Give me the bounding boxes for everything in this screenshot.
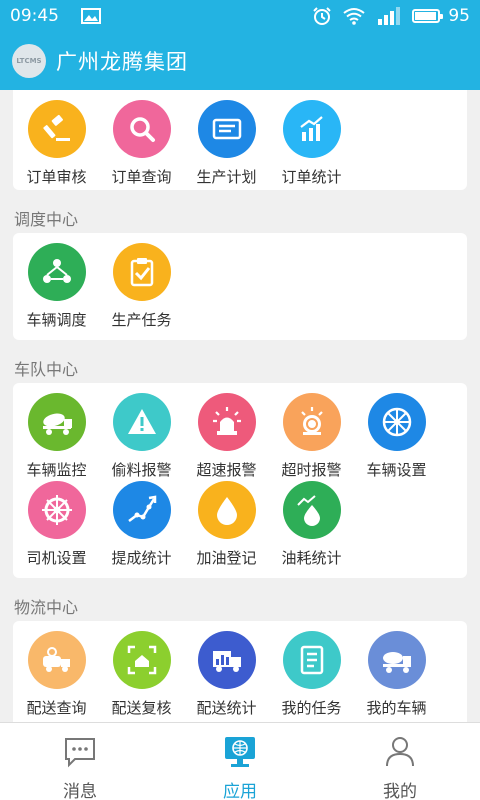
app-item-label: 加油登记 <box>196 549 257 567</box>
bar-chart-icon <box>282 100 341 158</box>
signal-icon <box>376 7 402 25</box>
app-grid[interactable]: 订单审核 订单查询 生产计划 订单统计调度中心车辆调度 生产任务车队中心车辆监控 偷料报警… <box>0 90 480 722</box>
plan-card-icon <box>197 100 256 158</box>
wifi-icon <box>342 7 366 25</box>
tab-person[interactable]: 我的 <box>320 723 480 800</box>
app-item[interactable]: 油耗统计 <box>269 481 354 568</box>
steering-wheel-icon <box>27 481 86 539</box>
section-title: 物流中心 <box>14 598 79 617</box>
section-card: 配送查询 配送复核 配送统计 我的任务 我的车辆 <box>13 621 467 722</box>
app-item-label: 订单查询 <box>111 168 172 186</box>
trend-line-icon <box>112 481 171 539</box>
status-bar: 09:45 95 <box>0 0 480 32</box>
wheel-icon <box>367 393 426 451</box>
page-title: 广州龙腾集团 <box>56 50 188 74</box>
app-item[interactable]: 车辆监控 <box>14 393 99 480</box>
battery-level: 95 <box>448 6 470 26</box>
app-item-label: 订单统计 <box>281 168 342 186</box>
app-item[interactable]: 超时报警 <box>269 393 354 480</box>
app-item[interactable]: 司机设置 <box>14 481 99 568</box>
app-item-label: 生产任务 <box>111 311 172 329</box>
person-icon <box>382 733 418 773</box>
app-item[interactable]: 配送复核 <box>99 631 184 718</box>
app-item[interactable]: 配送查询 <box>14 631 99 718</box>
app-item-label: 偷料报警 <box>111 461 172 479</box>
app-item-label: 配送复核 <box>111 699 172 717</box>
siren-icon <box>197 393 256 451</box>
app-item[interactable]: 生产任务 <box>99 243 184 330</box>
app-item-label: 提成统计 <box>111 549 172 567</box>
bottom-tab-bar: 消息 应用 我的 <box>0 722 480 800</box>
search-icon <box>112 100 171 158</box>
app-item[interactable]: 我的车辆 <box>354 631 439 718</box>
message-icon <box>62 733 98 773</box>
app-item[interactable]: 车辆设置 <box>354 393 439 480</box>
app-item-label: 生产计划 <box>196 168 257 186</box>
drop-icon <box>197 481 256 539</box>
tab-app-monitor[interactable]: 应用 <box>160 723 320 800</box>
section-card: 车辆监控 偷料报警 超速报警 超时报警 车辆设置司机设置 提成统计 加油登记 油耗统计 <box>13 383 467 578</box>
app-item[interactable]: 偷料报警 <box>99 393 184 480</box>
tab-label: 我的 <box>383 782 417 800</box>
clipboard-check-icon <box>112 243 171 301</box>
section-title: 车队中心 <box>14 360 79 379</box>
app-monitor-icon <box>222 733 258 773</box>
app-item[interactable]: 订单审核 <box>14 100 99 187</box>
section-card: 订单审核 订单查询 生产计划 订单统计 <box>13 90 467 190</box>
task-list-icon <box>282 631 341 689</box>
app-item-label: 配送查询 <box>26 699 87 717</box>
warning-icon <box>112 393 171 451</box>
app-item[interactable]: 订单统计 <box>269 100 354 187</box>
siren-timer-icon <box>282 393 341 451</box>
company-logo: LTCMS <box>12 44 46 78</box>
section-card: 车辆调度 生产任务 <box>13 233 467 340</box>
tab-label: 消息 <box>63 782 97 800</box>
drop-trend-icon <box>282 481 341 539</box>
app-item-label: 车辆调度 <box>26 311 87 329</box>
app-item[interactable]: 加油登记 <box>184 481 269 568</box>
mixer-truck-icon <box>27 393 86 451</box>
section-title: 调度中心 <box>14 210 79 229</box>
app-item[interactable]: 订单查询 <box>99 100 184 187</box>
app-item-label: 订单审核 <box>26 168 87 186</box>
app-item[interactable]: 配送统计 <box>184 631 269 718</box>
battery-icon <box>412 9 444 23</box>
app-item-label: 超速报警 <box>196 461 257 479</box>
app-item[interactable]: 提成统计 <box>99 481 184 568</box>
app-item-label: 我的任务 <box>281 699 342 717</box>
tab-message[interactable]: 消息 <box>0 723 160 800</box>
alarm-icon <box>312 6 332 26</box>
app-item[interactable]: 车辆调度 <box>14 243 99 330</box>
image-icon <box>81 8 101 24</box>
app-item[interactable]: 超速报警 <box>184 393 269 480</box>
app-item-label: 车辆监控 <box>26 461 87 479</box>
app-header: LTCMS 广州龙腾集团 <box>0 32 480 90</box>
truck-search-icon <box>27 631 86 689</box>
network-icon <box>27 243 86 301</box>
my-truck-icon <box>367 631 426 689</box>
app-item[interactable]: 我的任务 <box>269 631 354 718</box>
app-item-label: 超时报警 <box>281 461 342 479</box>
frame-check-icon <box>112 631 171 689</box>
tab-label: 应用 <box>223 782 257 800</box>
app-item-label: 油耗统计 <box>281 549 342 567</box>
app-item-label: 车辆设置 <box>366 461 427 479</box>
truck-chart-icon <box>197 631 256 689</box>
status-time: 09:45 <box>10 6 59 26</box>
app-item-label: 我的车辆 <box>366 699 427 717</box>
app-item[interactable]: 生产计划 <box>184 100 269 187</box>
app-item-label: 司机设置 <box>26 549 87 567</box>
app-item-label: 配送统计 <box>196 699 257 717</box>
gavel-icon <box>27 100 86 158</box>
